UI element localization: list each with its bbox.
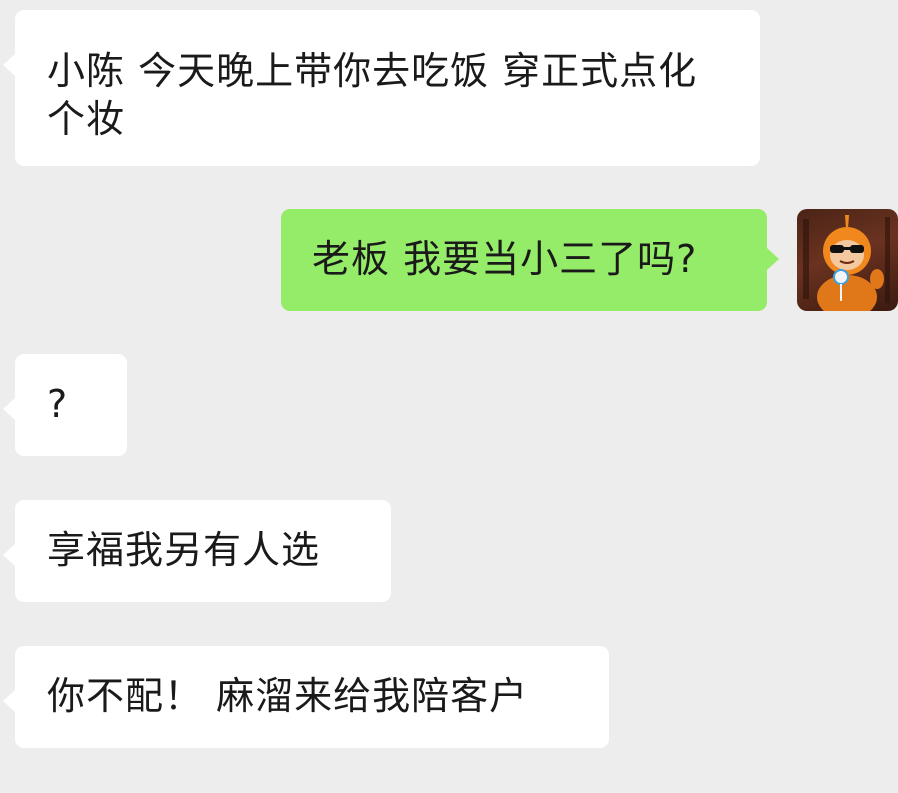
- incoming-message-bubble[interactable]: 你不配！ 麻溜来给我陪客户: [3, 646, 609, 748]
- message-text: 享福我另有人选: [47, 528, 321, 572]
- incoming-message-bubble[interactable]: 享福我另有人选: [3, 500, 391, 602]
- message-text: 老板 我要当小三了吗?: [312, 237, 698, 281]
- incoming-message-bubble[interactable]: ?: [3, 354, 127, 456]
- message-text: ?: [47, 382, 69, 426]
- incoming-message-bubble[interactable]: 小陈 今天晚上带你去吃饭 穿正式点化个妆: [3, 10, 760, 166]
- teletubby-sunglasses-avatar-icon: [803, 215, 890, 311]
- user-avatar[interactable]: [797, 209, 898, 311]
- message-text: 你不配！ 麻溜来给我陪客户: [47, 674, 529, 718]
- outgoing-message-bubble[interactable]: 老板 我要当小三了吗?: [281, 209, 779, 311]
- message-text: 小陈 今天晚上带你去吃饭 穿正式点化个妆: [47, 49, 698, 141]
